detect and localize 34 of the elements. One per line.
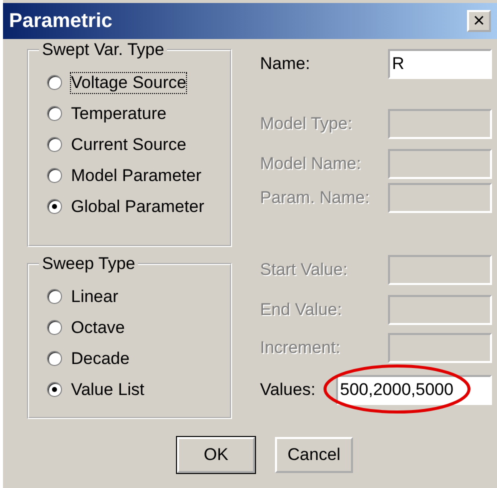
radio-label[interactable]: Decade [70, 348, 131, 370]
input-field[interactable]: 500,2000,5000 [336, 375, 492, 405]
radio-button[interactable] [47, 320, 62, 335]
group-title: Swept Var. Type [39, 40, 168, 60]
close-button[interactable]: × [467, 10, 491, 32]
radio-button[interactable] [47, 75, 62, 90]
radio-button[interactable] [47, 199, 62, 214]
window-title: Parametric [9, 10, 112, 32]
field-label: Increment: [260, 338, 340, 358]
field-label: Model Name: [260, 154, 362, 174]
radio-label[interactable]: Voltage Source [70, 72, 188, 94]
radio-button[interactable] [47, 289, 62, 304]
radio-button[interactable] [47, 168, 62, 183]
field-label: Model Type: [260, 114, 352, 134]
field-label: Name: [260, 54, 310, 74]
radio-label[interactable]: Current Source [70, 134, 188, 156]
field-label: Param. Name: [260, 188, 370, 208]
radio-label[interactable]: Linear [70, 286, 120, 308]
radio-button[interactable] [47, 137, 62, 152]
radio-label[interactable]: Temperature [70, 102, 168, 124]
radio-button[interactable] [47, 351, 62, 366]
radio-label[interactable]: Global Parameter [70, 196, 206, 218]
field-label: Values: [260, 380, 316, 400]
group-title: Sweep Type [39, 254, 138, 274]
dialog-button[interactable]: OK [177, 437, 255, 473]
radio-button[interactable] [47, 106, 62, 121]
radio-label[interactable]: Value List [70, 378, 146, 400]
dialog-button[interactable]: Cancel [275, 437, 353, 473]
field-label: Start Value: [260, 260, 348, 280]
radio-button[interactable] [47, 382, 62, 397]
field-label: End Value: [260, 300, 342, 320]
radio-label[interactable]: Model Parameter [70, 164, 202, 186]
input-field[interactable]: R [388, 49, 492, 79]
radio-label[interactable]: Octave [70, 316, 126, 338]
